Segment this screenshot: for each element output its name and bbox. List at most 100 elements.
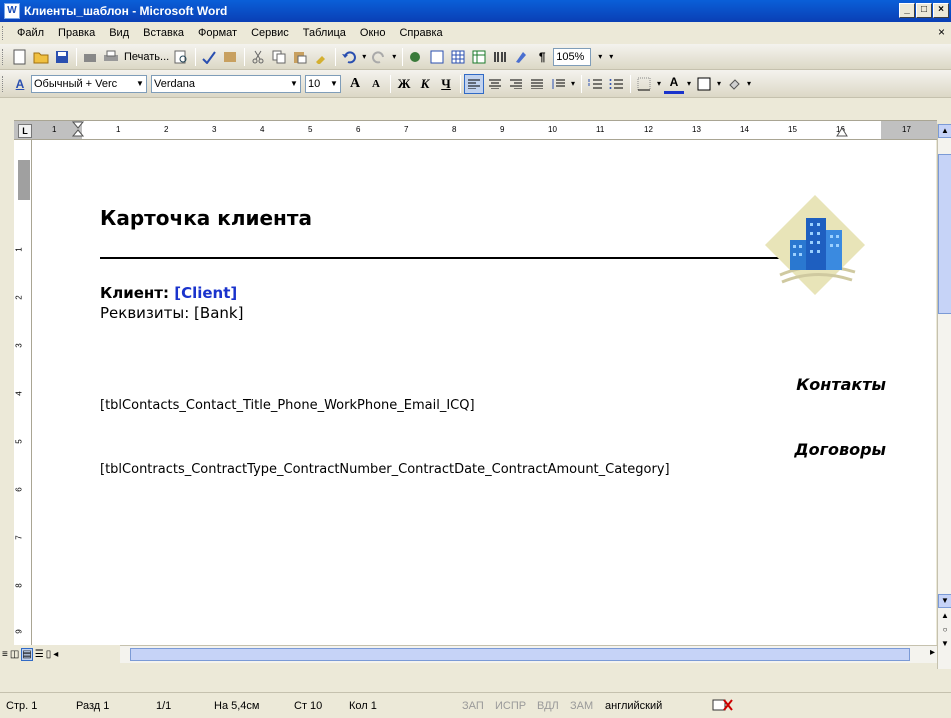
new-document-icon[interactable] xyxy=(10,47,30,67)
vertical-scrollbar[interactable]: ▲ ▼ ▲ ○ ▼ xyxy=(937,124,951,669)
document-close-icon[interactable]: × xyxy=(938,25,945,39)
right-indent-marker-icon[interactable] xyxy=(836,127,848,139)
format-painter-icon[interactable] xyxy=(311,47,331,67)
borders-dropdown-icon[interactable]: ▾ xyxy=(655,74,663,94)
font-size-combo[interactable]: 10 ▼ xyxy=(305,74,341,93)
vertical-ruler[interactable]: 1 2 3 4 5 6 7 8 9 xyxy=(14,140,32,645)
minimize-button[interactable]: _ xyxy=(899,3,915,18)
menu-file[interactable]: Файл xyxy=(10,27,51,39)
scroll-up-icon[interactable]: ▲ xyxy=(938,124,951,138)
vertical-scroll-thumb[interactable] xyxy=(938,154,951,314)
menu-view[interactable]: Вид xyxy=(102,27,136,39)
status-trk[interactable]: ИСПР xyxy=(495,700,526,712)
permission-icon[interactable] xyxy=(80,47,100,67)
spelling-icon[interactable] xyxy=(199,47,219,67)
web-layout-view-icon[interactable]: ◫ xyxy=(10,649,19,660)
zoom-dropdown-icon[interactable]: ▾ xyxy=(595,47,605,67)
font-dropdown-icon[interactable]: ▼ xyxy=(288,76,300,92)
style-dropdown-icon[interactable]: ▼ xyxy=(134,76,146,92)
word-app-icon[interactable]: W xyxy=(4,3,20,19)
status-ext[interactable]: ВДЛ xyxy=(537,700,559,712)
menu-help[interactable]: Справка xyxy=(392,27,449,39)
align-center-icon[interactable] xyxy=(485,74,505,94)
status-rec[interactable]: ЗАП xyxy=(462,700,484,712)
menu-insert[interactable]: Вставка xyxy=(136,27,191,39)
zoom-combo[interactable]: 105% xyxy=(553,47,592,66)
underline-button[interactable]: Ч xyxy=(436,74,456,94)
status-language[interactable]: английский xyxy=(605,700,662,712)
bullets-icon[interactable] xyxy=(606,74,626,94)
tab-selector[interactable]: L xyxy=(18,124,32,138)
toolbar-options-icon[interactable]: ▾ xyxy=(606,47,616,67)
hyperlink-icon[interactable] xyxy=(406,47,426,67)
copy-icon[interactable] xyxy=(269,47,289,67)
menu-table[interactable]: Таблица xyxy=(296,27,353,39)
font-color-dropdown-icon[interactable]: ▾ xyxy=(685,74,693,94)
cut-icon[interactable] xyxy=(248,47,268,67)
open-folder-icon[interactable] xyxy=(31,47,51,67)
show-hide-icon[interactable]: ¶ xyxy=(532,47,552,67)
borders-icon[interactable] xyxy=(634,74,654,94)
normal-view-icon[interactable]: ≡ xyxy=(2,649,8,660)
scroll-left-icon[interactable]: ◂ xyxy=(53,649,58,660)
horizontal-ruler[interactable]: 1 1 2 3 4 5 6 7 8 9 10 11 12 13 14 15 16… xyxy=(14,120,937,140)
highlight-icon[interactable] xyxy=(694,74,714,94)
menu-tools[interactable]: Сервис xyxy=(244,27,296,39)
font-color-icon[interactable]: A xyxy=(664,74,684,94)
contacts-merge-field[interactable]: [tblContacts_Contact_Title_Phone_WorkPho… xyxy=(100,398,475,413)
fill-color-dropdown-icon[interactable]: ▾ xyxy=(745,74,753,94)
insert-excel-icon[interactable] xyxy=(469,47,489,67)
horizontal-scroll-thumb[interactable] xyxy=(130,648,910,661)
columns-icon[interactable] xyxy=(490,47,510,67)
maximize-button[interactable]: □ xyxy=(916,3,932,18)
numbering-icon[interactable] xyxy=(585,74,605,94)
menu-format[interactable]: Формат xyxy=(191,27,244,39)
status-ovr[interactable]: ЗАМ xyxy=(570,700,593,712)
outline-view-icon[interactable]: ☰ xyxy=(35,649,44,660)
document-page[interactable]: Карточка клиента Клиент: [Client] Реквиз… xyxy=(32,140,936,645)
shrink-font-icon[interactable]: A xyxy=(366,74,386,94)
spelling-status-icon[interactable] xyxy=(712,698,734,712)
close-button[interactable]: × xyxy=(933,3,949,18)
menu-window[interactable]: Окно xyxy=(353,27,393,39)
next-page-icon[interactable]: ▼ xyxy=(938,638,951,652)
previous-page-icon[interactable]: ▲ xyxy=(938,610,951,624)
select-browse-object-icon[interactable]: ○ xyxy=(938,624,951,638)
scroll-right-icon[interactable]: ▸ xyxy=(930,647,935,658)
research-icon[interactable] xyxy=(220,47,240,67)
line-spacing-icon[interactable] xyxy=(548,74,568,94)
redo-icon[interactable] xyxy=(369,47,389,67)
print-layout-view-icon[interactable]: ▤ xyxy=(21,647,33,661)
reading-layout-view-icon[interactable]: ▯ xyxy=(46,649,52,660)
highlight-dropdown-icon[interactable]: ▾ xyxy=(715,74,723,94)
justify-icon[interactable] xyxy=(527,74,547,94)
menu-edit[interactable]: Правка xyxy=(51,27,102,39)
line-spacing-dropdown-icon[interactable]: ▾ xyxy=(569,74,577,94)
contracts-merge-field[interactable]: [tblContracts_ContractType_ContractNumbe… xyxy=(100,462,670,477)
print-icon[interactable] xyxy=(101,47,121,67)
drawing-icon[interactable] xyxy=(511,47,531,67)
client-merge-field[interactable]: [Client] xyxy=(174,284,237,302)
font-size-dropdown-icon[interactable]: ▼ xyxy=(328,76,340,92)
bold-button[interactable]: Ж xyxy=(394,74,414,94)
align-left-icon[interactable] xyxy=(464,73,484,94)
print-preview-icon[interactable] xyxy=(171,47,191,67)
save-icon[interactable] xyxy=(52,47,72,67)
fill-color-icon[interactable] xyxy=(724,74,744,94)
undo-icon[interactable] xyxy=(339,47,359,67)
italic-button[interactable]: К xyxy=(415,74,435,94)
tables-borders-icon[interactable] xyxy=(427,47,447,67)
horizontal-scrollbar[interactable]: ▸ xyxy=(120,645,937,663)
redo-dropdown-icon[interactable]: ▾ xyxy=(390,47,398,67)
font-combo[interactable]: Verdana ▼ xyxy=(151,74,301,93)
indent-marker-icon[interactable] xyxy=(72,121,84,139)
undo-dropdown-icon[interactable]: ▾ xyxy=(360,47,368,67)
scroll-down-icon[interactable]: ▼ xyxy=(938,594,951,608)
insert-table-icon[interactable] xyxy=(448,47,468,67)
styles-pane-icon[interactable]: A xyxy=(10,74,30,94)
print-button[interactable]: Печать... xyxy=(124,51,169,63)
paste-icon[interactable] xyxy=(290,47,310,67)
style-combo[interactable]: Обычный + Verc ▼ xyxy=(31,74,147,93)
grow-font-icon[interactable]: A xyxy=(345,74,365,94)
align-right-icon[interactable] xyxy=(506,74,526,94)
